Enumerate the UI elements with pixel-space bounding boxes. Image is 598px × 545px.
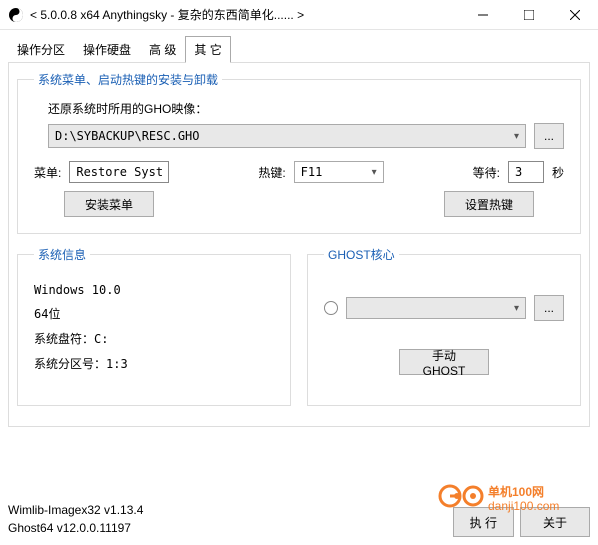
tab-disk[interactable]: 操作硬盘 [74, 36, 140, 63]
tab-panel: 系统菜单、启动热键的安装与卸载 还原系统时所用的GHO映像： D:\SYBACK… [8, 62, 590, 427]
maximize-button[interactable] [506, 0, 552, 30]
os-arch: 64位 [34, 305, 274, 322]
chevron-down-icon: ▾ [514, 303, 519, 314]
ghost-core-select[interactable]: ▾ [346, 297, 526, 319]
footer-version: Wimlib-Imagex32 v1.13.4 Ghost64 v12.0.0.… [8, 501, 143, 537]
gho-image-label: 还原系统时所用的GHO映像： [48, 100, 564, 117]
app-icon [8, 7, 24, 23]
gho-path-select[interactable]: D:\SYBACKUP\RESC.GHO ▾ [48, 124, 526, 148]
titlebar: < 5.0.0.8 x64 Anythingsky - 复杂的东西简单化....… [0, 0, 598, 30]
close-button[interactable] [552, 0, 598, 30]
minimize-button[interactable] [460, 0, 506, 30]
browse-gho-button[interactable]: ... [534, 123, 564, 149]
os-name: Windows 10.0 [34, 283, 274, 297]
footer: Wimlib-Imagex32 v1.13.4 Ghost64 v12.0.0.… [0, 495, 598, 545]
system-partition: 系统分区号：1:3 [34, 355, 274, 372]
chevron-down-icon: ▾ [514, 131, 519, 142]
menu-label: 菜单: [34, 164, 61, 181]
window-title: < 5.0.0.8 x64 Anythingsky - 复杂的东西简单化....… [30, 6, 460, 23]
menu-name-input[interactable] [69, 161, 169, 183]
gho-path-value: D:\SYBACKUP\RESC.GHO [55, 129, 200, 143]
wimlib-version: Wimlib-Imagex32 v1.13.4 [8, 501, 143, 519]
wait-unit-label: 秒 [552, 164, 564, 181]
hotkey-label: 热键: [258, 164, 285, 181]
tabstrip: 操作分区 操作硬盘 高 级 其 它 [8, 36, 590, 63]
hotkey-select[interactable]: F11 ▾ [294, 161, 384, 183]
group-system-menu-legend: 系统菜单、启动热键的安装与卸载 [34, 71, 222, 88]
hotkey-value: F11 [301, 165, 323, 179]
ghost-version: Ghost64 v12.0.0.11197 [8, 519, 143, 537]
manual-ghost-button[interactable]: 手动GHOST [399, 349, 489, 375]
about-button[interactable]: 关于 [520, 507, 590, 537]
chevron-down-icon: ▾ [372, 167, 377, 178]
wait-label: 等待: [473, 164, 500, 181]
group-ghost-core: GHOST核心 ▾ ... 手动GHOST [307, 246, 581, 406]
group-system-info: 系统信息 Windows 10.0 64位 系统盘符：C: 系统分区号：1:3 [17, 246, 291, 406]
group-system-info-legend: 系统信息 [34, 246, 90, 263]
install-menu-button[interactable]: 安装菜单 [64, 191, 154, 217]
ghost-radio[interactable] [324, 301, 338, 315]
tab-other[interactable]: 其 它 [185, 36, 230, 63]
tab-advanced[interactable]: 高 级 [140, 36, 185, 63]
set-hotkey-button[interactable]: 设置热键 [444, 191, 534, 217]
execute-button[interactable]: 执 行 [453, 507, 514, 537]
group-ghost-core-legend: GHOST核心 [324, 246, 399, 263]
group-system-menu: 系统菜单、启动热键的安装与卸载 还原系统时所用的GHO映像： D:\SYBACK… [17, 71, 581, 234]
browse-ghost-button[interactable]: ... [534, 295, 564, 321]
tab-partition[interactable]: 操作分区 [8, 36, 74, 63]
wait-seconds-input[interactable] [508, 161, 544, 183]
system-drive: 系统盘符：C: [34, 330, 274, 347]
